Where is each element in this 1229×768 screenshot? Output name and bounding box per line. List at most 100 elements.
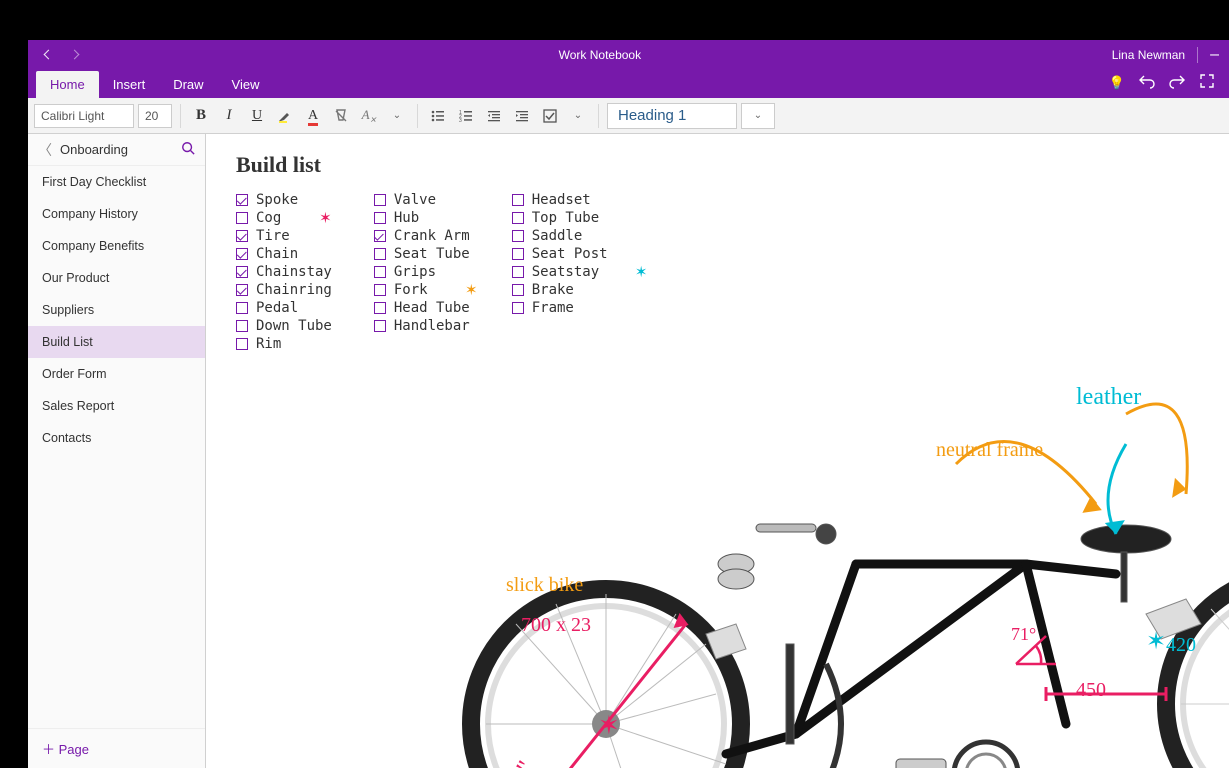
checklist-item[interactable]: Chain: [236, 246, 332, 262]
checklist-item[interactable]: Head Tube: [374, 300, 470, 316]
checklist-item[interactable]: Hub: [374, 210, 470, 226]
note-canvas[interactable]: Build list Spoke Cog✶ Tire Chain Chainstay Ch…: [206, 134, 1229, 768]
clear-formatting-button[interactable]: [329, 103, 353, 129]
checklist-item[interactable]: Crank Arm: [374, 228, 470, 244]
italic-button[interactable]: I: [217, 103, 241, 129]
sidebar-page-item[interactable]: Company Benefits: [28, 230, 205, 262]
checkbox-icon[interactable]: [374, 266, 386, 278]
checklist-item[interactable]: Tire: [236, 228, 332, 244]
checklist-item[interactable]: Fork✶: [374, 282, 470, 298]
title-bar: Work Notebook Lina Newman –: [28, 40, 1229, 70]
checklist-item[interactable]: Saddle: [512, 228, 608, 244]
checkbox-icon[interactable]: [374, 230, 386, 242]
section-back-icon[interactable]: 〈: [38, 140, 52, 160]
checkbox-icon[interactable]: [236, 248, 248, 260]
checkbox-icon[interactable]: [512, 302, 524, 314]
outdent-button[interactable]: [482, 103, 506, 129]
checklist-item[interactable]: Headset: [512, 192, 608, 208]
fullscreen-icon[interactable]: [1199, 73, 1215, 92]
more-paragraph-dropdown[interactable]: ⌄: [566, 103, 590, 129]
checkbox-icon[interactable]: [374, 320, 386, 332]
style-selector[interactable]: Heading 1: [607, 103, 737, 129]
undo-icon[interactable]: [1139, 73, 1155, 92]
plus-icon: ＋: [42, 742, 55, 757]
nav-back-icon[interactable]: [42, 48, 56, 62]
checkbox-icon[interactable]: [236, 266, 248, 278]
sidebar-page-item[interactable]: Suppliers: [28, 294, 205, 326]
checkbox-icon[interactable]: [236, 194, 248, 206]
checklist-label: Handlebar: [394, 318, 470, 334]
checklist-item[interactable]: Spoke: [236, 192, 332, 208]
checklist-item[interactable]: Seat Post: [512, 246, 608, 262]
checklist-item[interactable]: Top Tube: [512, 210, 608, 226]
checkbox-icon[interactable]: [374, 212, 386, 224]
checkbox-icon[interactable]: [512, 248, 524, 260]
section-name[interactable]: Onboarding: [60, 142, 173, 157]
checkbox-icon[interactable]: [512, 230, 524, 242]
page-title[interactable]: Build list: [236, 152, 1199, 178]
sidebar-page-item[interactable]: Sales Report: [28, 390, 205, 422]
user-name[interactable]: Lina Newman: [1112, 48, 1185, 62]
checklist-item[interactable]: Seat Tube: [374, 246, 470, 262]
nav-forward-icon[interactable]: [70, 48, 84, 62]
tell-me-icon[interactable]: 💡: [1109, 75, 1125, 91]
checkbox-icon[interactable]: [236, 338, 248, 350]
checkbox-icon[interactable]: [512, 212, 524, 224]
search-icon[interactable]: [181, 141, 195, 158]
checklist-item[interactable]: Rim: [236, 336, 332, 352]
sidebar-page-item[interactable]: Build List: [28, 326, 205, 358]
underline-button[interactable]: U: [245, 103, 269, 129]
font-color-button[interactable]: A: [301, 103, 325, 129]
checklist-item[interactable]: Handlebar: [374, 318, 470, 334]
checklist-label: Seat Post: [532, 246, 608, 262]
checkbox-icon[interactable]: [374, 302, 386, 314]
checkbox-icon[interactable]: [236, 320, 248, 332]
more-formatting-dropdown[interactable]: ⌄: [385, 103, 409, 129]
checklist-item[interactable]: Pedal: [236, 300, 332, 316]
tab-view[interactable]: View: [218, 71, 274, 98]
font-size-input[interactable]: [138, 104, 172, 128]
checkbox-icon[interactable]: [236, 284, 248, 296]
checkbox-icon[interactable]: [236, 212, 248, 224]
tab-draw[interactable]: Draw: [159, 71, 217, 98]
todo-tag-button[interactable]: [538, 103, 562, 129]
sidebar-page-item[interactable]: Contacts: [28, 422, 205, 454]
style-dropdown[interactable]: ⌄: [741, 103, 775, 129]
sidebar-page-item[interactable]: Company History: [28, 198, 205, 230]
ann-leather: leather: [1076, 384, 1141, 411]
checkbox-icon[interactable]: [374, 248, 386, 260]
tab-home[interactable]: Home: [36, 71, 99, 98]
checkbox-icon[interactable]: [512, 284, 524, 296]
highlight-button[interactable]: [273, 103, 297, 129]
checklist-item[interactable]: Down Tube: [236, 318, 332, 334]
checklist-item[interactable]: Cog✶: [236, 210, 332, 226]
notebook-title[interactable]: Work Notebook: [98, 48, 1102, 62]
checklist-item[interactable]: Grips: [374, 264, 470, 280]
checkbox-icon[interactable]: [236, 230, 248, 242]
numbering-button[interactable]: 123: [454, 103, 478, 129]
redo-icon[interactable]: [1169, 73, 1185, 92]
indent-button[interactable]: [510, 103, 534, 129]
checklist-item[interactable]: Chainring: [236, 282, 332, 298]
tab-insert[interactable]: Insert: [99, 71, 160, 98]
sidebar-page-item[interactable]: Order Form: [28, 358, 205, 390]
checklist-item[interactable]: Chainstay: [236, 264, 332, 280]
bullets-button[interactable]: [426, 103, 450, 129]
window-minimize-icon[interactable]: –: [1210, 46, 1219, 64]
checklist-item[interactable]: Frame: [512, 300, 608, 316]
checkbox-icon[interactable]: [374, 194, 386, 206]
checklist-label: Fork: [394, 282, 428, 298]
checkbox-icon[interactable]: [512, 194, 524, 206]
checkbox-icon[interactable]: [236, 302, 248, 314]
checklist-item[interactable]: Brake: [512, 282, 608, 298]
checklist-item[interactable]: Valve: [374, 192, 470, 208]
checkbox-icon[interactable]: [512, 266, 524, 278]
checklist-item[interactable]: Seatstay✶: [512, 264, 608, 280]
checkbox-icon[interactable]: [374, 284, 386, 296]
add-page-button[interactable]: ＋ Page: [28, 728, 205, 768]
bold-button[interactable]: B: [189, 103, 213, 129]
sidebar-page-item[interactable]: Our Product: [28, 262, 205, 294]
format-painter-button[interactable]: A✕: [357, 103, 381, 129]
sidebar-page-item[interactable]: First Day Checklist: [28, 166, 205, 198]
font-name-input[interactable]: [34, 104, 134, 128]
